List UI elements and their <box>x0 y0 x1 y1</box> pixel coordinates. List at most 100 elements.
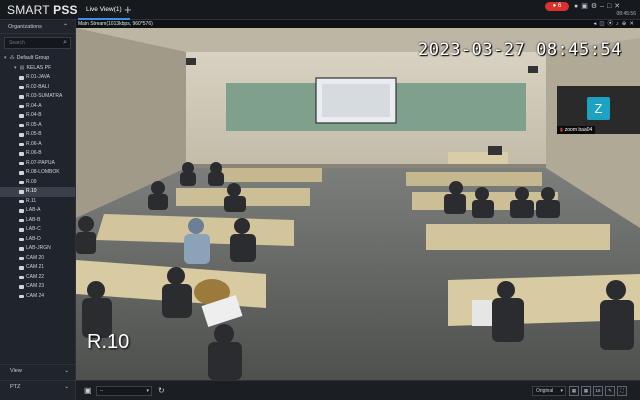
chevron-down-icon[interactable]: ⌄ <box>64 381 69 394</box>
camera-item-label: R.05-B <box>26 131 42 137</box>
camera-icon <box>19 133 24 137</box>
plus-icon[interactable]: + <box>124 2 132 17</box>
bottom-toolbar: ▣ -- ▾ ↻ Original ▾ ▦ ▦ 16 ✎ ⛶ <box>76 380 640 400</box>
camera-item-label: R.04-B <box>26 112 42 118</box>
ptz-panel-header[interactable]: PTZ ⌄ <box>0 380 76 393</box>
camera-item-label: CAM 24 <box>26 292 45 299</box>
zoom-participant-tile[interactable]: Z ▮ zoom baa04 <box>557 86 640 134</box>
camera-item-label: R.01-JAVA <box>26 74 50 80</box>
camera-item[interactable]: R.02-BALI <box>0 83 75 93</box>
camera-item[interactable]: R.11 <box>0 197 75 207</box>
camera-icon <box>19 85 24 89</box>
camera-item[interactable]: R.01-JAVA <box>0 73 75 83</box>
camera-item[interactable]: LAB-B <box>0 216 75 226</box>
tree-group-kelas-pf-label: KELAS PF <box>26 65 52 71</box>
lock-icon[interactable]: ▣ <box>581 3 591 10</box>
camera-item[interactable]: R.06-A <box>0 140 75 150</box>
view-panel-label: View <box>10 368 22 374</box>
camera-item-label: R.11 <box>26 197 37 204</box>
minimize-icon[interactable]: – <box>600 3 607 10</box>
camera-icon <box>19 199 24 203</box>
brand-light: SMART <box>7 3 54 17</box>
camera-icon <box>19 218 24 222</box>
camera-item-label: LAB-JRGN <box>26 245 51 251</box>
camera-item[interactable]: LAB-A <box>0 206 75 216</box>
camera-item[interactable]: R.04-A <box>0 102 75 112</box>
camera-item[interactable]: R.09 <box>0 178 75 188</box>
tree-group-kelas-pf[interactable]: ▾ ▤ KELAS PF <box>0 63 75 73</box>
layout-1x1-button[interactable]: ▦ <box>569 386 579 396</box>
brand-bold: PSS <box>53 3 78 17</box>
camera-item-label: LAB-D <box>26 235 41 242</box>
camera-icon <box>19 247 24 251</box>
refresh-icon[interactable]: ↻ <box>158 385 165 397</box>
clock: 08:45:56 <box>616 11 636 17</box>
close-video-icon[interactable]: ✕ <box>629 21 637 27</box>
window-controls: ●▣⚙–□✕ <box>574 2 623 10</box>
camera-icon <box>19 123 24 127</box>
tab-live-view[interactable]: Live View(1) <box>78 0 130 20</box>
camera-list: R.01-JAVA R.02-BALI R.03-SUMATRA R.04-A R.04… <box>0 73 75 301</box>
camera-icon <box>19 95 24 99</box>
camera-item-label: R.02-BALI <box>26 83 50 90</box>
group-icon: ⁂ <box>9 55 15 61</box>
camera-icon <box>19 256 24 260</box>
stream-info: Main Stream(1013kbps, 960*576) <box>78 21 153 27</box>
classroom-scene <box>76 28 640 380</box>
osd-timestamp: 2023-03-27 08:45:54 <box>418 40 622 60</box>
chevron-down-icon[interactable]: ⌄ <box>64 365 69 378</box>
camera-item[interactable]: R.10 <box>0 187 75 197</box>
camera-item[interactable]: R.05-B <box>0 130 75 140</box>
tree-group-default[interactable]: ▾ ⁂ Default Group <box>0 53 75 63</box>
chevron-down-icon[interactable]: ▾ <box>14 65 17 71</box>
camera-item[interactable]: LAB-C <box>0 225 75 235</box>
camera-item-label: CAM 22 <box>26 273 45 280</box>
camera-item-label: R.04-A <box>26 102 42 109</box>
close-icon[interactable]: ✕ <box>614 3 623 10</box>
camera-item[interactable]: CAM 22 <box>0 273 75 283</box>
camera-item[interactable]: LAB-D <box>0 235 75 245</box>
camera-item[interactable]: LAB-JRGN <box>0 244 75 254</box>
camera-item[interactable]: R.04-B <box>0 111 75 121</box>
scale-select[interactable]: Original ▾ <box>532 386 566 396</box>
search-input[interactable]: Search ⌕ <box>4 37 71 49</box>
stream-select[interactable]: -- ▾ <box>96 386 152 396</box>
camera-item[interactable]: R.07-PAPUA <box>0 159 75 169</box>
ptz-panel-label: PTZ <box>10 384 21 390</box>
record-icon[interactable]: ⦿ <box>608 21 617 27</box>
layout-16-button[interactable]: 16 <box>593 386 603 396</box>
camera-item[interactable]: R.08-LOMBOK <box>0 168 75 178</box>
live-video[interactable]: 2023-03-27 08:45:54 R.10 <box>76 28 640 380</box>
camera-item[interactable]: R.03-SUMATRA <box>0 92 75 102</box>
camera-item-label: CAM 23 <box>26 283 45 289</box>
search-icon[interactable]: ⌕ <box>63 39 67 47</box>
zoom-participant-label: ▮ zoom baa04 <box>557 126 596 134</box>
chevron-up-icon[interactable]: ⌃ <box>63 20 68 34</box>
camera-item-label: LAB-A <box>26 207 41 213</box>
camera-icon <box>19 161 24 165</box>
camera-item[interactable]: R.05-A <box>0 121 75 131</box>
scale-select-value: Original <box>536 388 554 394</box>
camera-item[interactable]: CAM 21 <box>0 263 75 273</box>
layout-custom-button[interactable]: ✎ <box>605 386 615 396</box>
snapshot-icon[interactable]: ◫ <box>599 21 607 27</box>
camera-item-label: LAB-C <box>26 226 41 232</box>
fullscreen-button[interactable]: ⛶ <box>617 386 627 396</box>
record-badge[interactable]: ● 6 <box>545 2 569 11</box>
layout-2x2-button[interactable]: ▦ <box>581 386 591 396</box>
camera-icon <box>19 275 24 279</box>
camera-item[interactable]: CAM 24 <box>0 292 75 302</box>
camera-item-label: R.07-PAPUA <box>26 159 55 166</box>
camera-icon <box>19 294 24 298</box>
camera-item[interactable]: CAM 20 <box>0 254 75 264</box>
camera-item-label: R.03-SUMATRA <box>26 93 63 99</box>
view-panel-header[interactable]: View ⌄ <box>0 364 76 377</box>
organizations-header[interactable]: Organizations ⌃ <box>0 20 75 34</box>
chevron-down-icon[interactable]: ▾ <box>4 55 7 61</box>
save-view-icon[interactable]: ▣ <box>84 385 92 397</box>
gear-icon[interactable]: ⚙ <box>591 3 600 10</box>
camera-icon <box>19 104 24 108</box>
camera-item[interactable]: R.06-B <box>0 149 75 159</box>
sidebar: Organizations ⌃ Search ⌕ ▾ ⁂ Default Group… <box>0 20 76 400</box>
camera-item[interactable]: CAM 23 <box>0 282 75 292</box>
